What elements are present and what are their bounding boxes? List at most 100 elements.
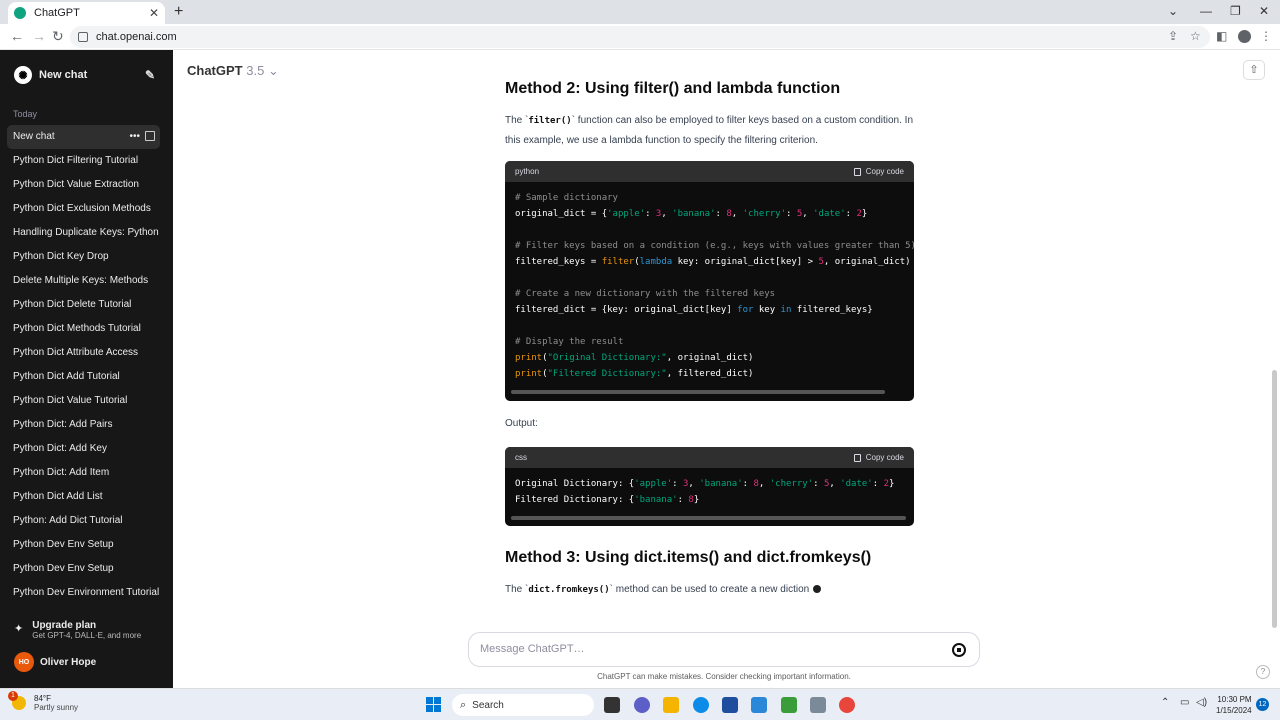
sidebar-item-active[interactable]: New chat ••• xyxy=(7,125,160,149)
share-page-icon[interactable]: ⇪ xyxy=(1168,29,1178,43)
sidebar-item[interactable]: Python Dict: Add Item xyxy=(7,461,160,485)
sidebar-item[interactable]: Python Dict: Add Pairs xyxy=(7,413,160,437)
share-chat-button[interactable]: ⇧ xyxy=(1243,60,1265,80)
sidebar-item[interactable]: Python Dict Delete Tutorial xyxy=(7,293,160,317)
sidebar-item-label: Python Dict Methods Tutorial xyxy=(13,323,141,334)
message-placeholder: Message ChatGPT… xyxy=(480,643,585,655)
weather-badge: 1 xyxy=(8,691,18,701)
app-icon[interactable] xyxy=(810,697,826,713)
sidebar-item[interactable]: Python Dict Filtering Tutorial xyxy=(7,149,160,173)
more-options-icon[interactable]: ••• xyxy=(129,125,140,149)
sidebar-item[interactable]: Python Dev Env Setup xyxy=(7,533,160,557)
sidebar-item[interactable]: Python Dict Methods Tutorial xyxy=(7,317,160,341)
teams-icon[interactable] xyxy=(634,697,650,713)
browser-tab[interactable]: ChatGPT ✕ xyxy=(8,2,165,24)
new-tab-icon[interactable]: + xyxy=(174,3,183,21)
text-fragment: The ` xyxy=(505,584,529,595)
archive-icon[interactable] xyxy=(145,131,155,141)
method2-paragraph: The `filter()` function can also be empl… xyxy=(505,111,915,150)
stop-generating-button[interactable] xyxy=(952,643,966,657)
forward-icon[interactable]: → xyxy=(32,28,46,44)
sidebar-item-label: Python Dict Delete Tutorial xyxy=(13,299,132,310)
chevron-down-icon: ⌄ xyxy=(267,63,279,78)
vpn-app-icon[interactable] xyxy=(751,697,767,713)
copy-code-button[interactable]: Copy code xyxy=(853,453,904,462)
sidebar-item[interactable]: Python Dict Key Drop xyxy=(7,245,160,269)
sidebar-item[interactable]: Python Dev Env Setup xyxy=(7,557,160,581)
side-panel-icon[interactable]: ◧ xyxy=(1216,29,1227,43)
store-icon[interactable] xyxy=(722,697,738,713)
horizontal-scrollbar[interactable] xyxy=(511,516,906,520)
sidebar-item[interactable]: Python Dict Add Tutorial xyxy=(7,365,160,389)
reload-icon[interactable]: ↻ xyxy=(52,28,64,45)
task-view-icon[interactable] xyxy=(604,697,620,713)
openai-logo-icon: ✺ xyxy=(14,66,32,84)
code-header: python Copy code xyxy=(505,161,914,182)
horizontal-scrollbar[interactable] xyxy=(511,390,885,394)
bookmark-star-icon[interactable]: ☆ xyxy=(1190,29,1201,43)
sidebar-item[interactable]: Python Dict Exclusion Methods xyxy=(7,197,160,221)
window-close-icon[interactable]: ✕ xyxy=(1259,4,1269,18)
user-menu[interactable]: HO Oliver Hope xyxy=(14,652,96,672)
sidebar-item[interactable]: Delete Multiple Keys: Methods xyxy=(7,269,160,293)
sidebar-item[interactable]: Python Dict Value Tutorial xyxy=(7,389,160,413)
chrome-icon[interactable] xyxy=(839,697,855,713)
app-icon[interactable] xyxy=(781,697,797,713)
chat-history-list: New chat ••• Python Dict Filtering Tutor… xyxy=(7,125,160,605)
message-input[interactable]: Message ChatGPT… xyxy=(468,632,980,667)
upgrade-plan-button[interactable]: ✦ Upgrade plan Get GPT-4, DALL·E, and mo… xyxy=(14,620,141,640)
model-version: 3.5 xyxy=(246,63,265,78)
sidebar-item[interactable]: Python Dict Value Extraction xyxy=(7,173,160,197)
taskbar-search[interactable]: ⌕ Search xyxy=(452,694,594,716)
notification-badge[interactable]: 12 xyxy=(1256,698,1269,711)
model-selector[interactable]: ChatGPT 3.5 ⌄ xyxy=(187,63,279,79)
model-name: ChatGPT xyxy=(187,63,243,78)
help-button[interactable]: ? xyxy=(1256,665,1270,679)
volume-icon[interactable]: ◁) xyxy=(1196,697,1207,708)
tab-close-icon[interactable]: ✕ xyxy=(149,6,159,20)
address-input[interactable]: chat.openai.com xyxy=(70,26,1210,48)
system-clock[interactable]: 10:30 PM 1/15/2024 xyxy=(1216,694,1252,716)
inline-code: filter() xyxy=(528,116,572,126)
sidebar-item-label: Handling Duplicate Keys: Python xyxy=(13,227,159,238)
disclaimer-text: ChatGPT can make mistakes. Consider chec… xyxy=(597,672,851,681)
chatgpt-favicon-icon xyxy=(14,7,26,19)
share-icon: ⇧ xyxy=(1249,64,1259,76)
sidebar-item[interactable]: Python Dev Environment Tutorial xyxy=(7,581,160,605)
sidebar-item-label: Python Dict Value Extraction xyxy=(13,179,139,190)
sidebar-item[interactable]: Python: Add Dict Tutorial xyxy=(7,509,160,533)
browser-menu-icon[interactable]: ⋮ xyxy=(1260,29,1272,43)
copy-code-button[interactable]: Copy code xyxy=(853,167,904,176)
tab-search-icon[interactable]: ⌄ xyxy=(1168,4,1178,18)
tab-title: ChatGPT xyxy=(34,7,80,19)
clipboard-icon xyxy=(853,167,861,176)
profile-avatar-icon[interactable] xyxy=(1238,30,1251,43)
sidebar-item-label: Python Dict Exclusion Methods xyxy=(13,203,151,214)
method3-paragraph: The `dict.fromkeys()` method can be used… xyxy=(505,580,915,600)
sidebar-item[interactable]: Python Dict Add List xyxy=(7,485,160,509)
vertical-scrollbar[interactable] xyxy=(1272,370,1277,628)
sidebar-item-label: Python Dict: Add Key xyxy=(13,443,107,454)
temperature: 84°F xyxy=(34,694,51,703)
sidebar-item[interactable]: Python Dict Attribute Access xyxy=(7,341,160,365)
sidebar-item-label: Python Dict Attribute Access xyxy=(13,347,139,358)
sidebar-item-label: Python Dict: Add Pairs xyxy=(13,419,113,430)
tray-chevron-icon[interactable]: ⌃ xyxy=(1161,697,1169,708)
site-info-icon[interactable] xyxy=(78,32,88,42)
minimize-icon[interactable]: — xyxy=(1200,4,1212,18)
taskbar-search-label: Search xyxy=(472,699,504,711)
maximize-icon[interactable]: ❐ xyxy=(1230,4,1241,18)
chat-main: ChatGPT 3.5 ⌄ ⇧ Method 2: Using filter()… xyxy=(173,50,1280,688)
start-button[interactable] xyxy=(426,697,441,712)
sidebar-item[interactable]: Handling Duplicate Keys: Python xyxy=(7,221,160,245)
network-icon[interactable]: ▭ xyxy=(1180,697,1189,708)
weather-widget[interactable]: 1 84°F Partly sunny xyxy=(8,691,78,712)
sidebar-item[interactable]: Python Dict: Add Key xyxy=(7,437,160,461)
edge-icon[interactable] xyxy=(693,697,709,713)
back-icon[interactable]: ← xyxy=(10,28,24,44)
copy-label: Copy code xyxy=(865,167,904,176)
compose-icon[interactable]: ✎ xyxy=(145,68,155,82)
new-chat-button[interactable]: ✺ New chat ✎ xyxy=(10,64,160,86)
file-explorer-icon[interactable] xyxy=(663,697,679,713)
avatar: HO xyxy=(14,652,34,672)
